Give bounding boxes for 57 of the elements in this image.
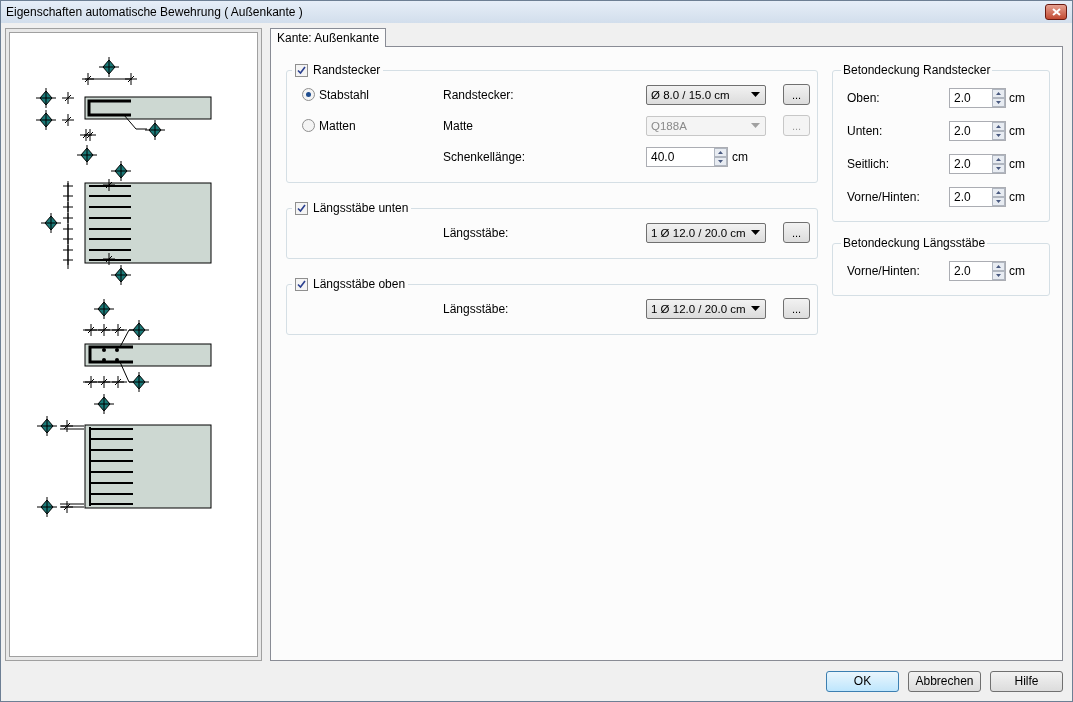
checkbox-label: Längsstäbe oben [313, 277, 406, 291]
field-label: Längsstäbe: [443, 301, 510, 316]
checkbox[interactable] [295, 277, 308, 291]
spinner-arrows-icon[interactable] [992, 261, 1005, 280]
dropdown[interactable]: Ø 8.0 / 15.0 cm [646, 84, 766, 105]
radio-button[interactable] [302, 88, 315, 101]
field-label: Unten: [847, 123, 884, 138]
field-label: Vorne/Hinten: [847, 263, 921, 278]
radio-button[interactable] [302, 119, 315, 132]
spin-field[interactable]: 2.0 [949, 186, 1006, 207]
field-label: Oben: [847, 90, 881, 105]
dropdown-arrow-icon [751, 123, 760, 128]
unit-label: cm [1009, 189, 1025, 204]
checkbox[interactable] [295, 63, 308, 77]
close-icon [1051, 8, 1061, 16]
dropdown[interactable]: 1 Ø 12.0 / 20.0 cm [646, 222, 766, 243]
browse-button[interactable]: ... [783, 222, 810, 243]
unit-label: cm [1009, 90, 1025, 105]
dialog-button[interactable]: OK [826, 670, 899, 692]
field-label: Längsstäbe: [443, 225, 510, 240]
spinner-arrows-icon[interactable] [714, 147, 727, 166]
unit-label: cm [1009, 156, 1025, 171]
checkbox[interactable] [295, 201, 308, 215]
dialog-button[interactable]: Abbrechen [908, 670, 981, 692]
radio-label: Stabstahl [319, 87, 370, 102]
checkbox-label: Längsstäbe unten [313, 201, 409, 215]
group-title: Betondeckung Längsstäbe [842, 236, 987, 250]
unit-label: cm [1009, 263, 1025, 278]
spin-field[interactable]: 2.0 [949, 153, 1006, 174]
spinner-arrows-icon[interactable] [992, 88, 1005, 107]
spinner-arrows-icon[interactable] [992, 187, 1005, 206]
tab[interactable]: Kante: Außenkante [270, 28, 387, 47]
unit-label: cm [732, 149, 748, 164]
field-label: Matte [443, 118, 474, 133]
checkbox-label: Randstecker [313, 63, 381, 77]
spin-field[interactable]: 2.0 [949, 260, 1006, 281]
close-button[interactable] [1045, 4, 1067, 20]
browse-button[interactable]: ... [783, 298, 810, 319]
dropdown-arrow-icon [751, 306, 760, 311]
dropdown[interactable]: 1 Ø 12.0 / 20.0 cm [646, 298, 766, 319]
field-label: Randstecker: [443, 87, 515, 102]
field-label: Schenkellänge: [443, 149, 527, 164]
field-label: Vorne/Hinten: [847, 189, 921, 204]
spin-field[interactable]: 2.0 [949, 87, 1006, 108]
dialog-button[interactable]: Hilfe [990, 670, 1063, 692]
dropdown-arrow-icon [751, 92, 760, 97]
spinner-arrows-icon[interactable] [992, 154, 1005, 173]
field-label: Seitlich: [847, 156, 891, 171]
browse-button[interactable]: ... [783, 84, 810, 105]
window-title: Eigenschaften automatische Bewehrung ( Außenkante ) [6, 5, 303, 19]
spin-field[interactable]: 40.0 [646, 146, 728, 167]
dropdown-arrow-icon [751, 230, 760, 235]
radio-label: Matten [319, 118, 356, 133]
unit-label: cm [1009, 123, 1025, 138]
spin-field[interactable]: 2.0 [949, 120, 1006, 141]
group-title: Betondeckung Randstecker [842, 63, 992, 77]
spinner-arrows-icon[interactable] [992, 121, 1005, 140]
